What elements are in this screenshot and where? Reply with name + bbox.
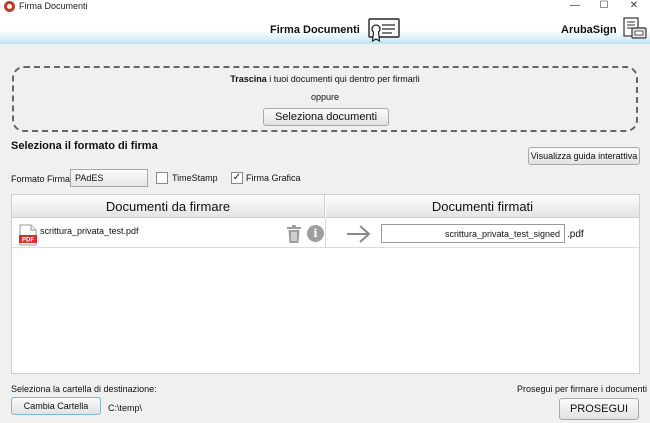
graphic-signature-label: Firma Grafica [246, 173, 301, 183]
file-name: scrittura_privata_test.pdf [40, 226, 139, 236]
column-divider [325, 218, 326, 247]
format-label: Formato Firma: [11, 174, 73, 184]
check-icon: ✓ [232, 172, 242, 183]
format-section-title: Seleziona il formato di firma [11, 140, 158, 152]
app-icon [4, 1, 15, 12]
destination-label: Seleziona la cartella di destinazione: [11, 384, 157, 394]
header-title: Firma Documenti [270, 24, 360, 36]
column-header-signed: Documenti firmati [326, 195, 639, 218]
column-header-to-sign: Documenti da firmare [12, 195, 325, 218]
drop-instructions-rest: i tuoi documenti qui dentro per firmarli [266, 74, 420, 84]
close-button[interactable]: ✕ [621, 0, 647, 14]
output-extension: .pdf [567, 229, 584, 240]
minimize-button[interactable]: — [562, 0, 588, 14]
proceed-label: Prosegui per firmare i documenti [517, 384, 648, 394]
destination-path: C:\temp\ [108, 403, 143, 413]
proceed-button[interactable]: PROSEGUI [559, 398, 639, 420]
drop-instructions: Trascina i tuoi documenti qui dentro per… [12, 74, 638, 84]
certificate-icon [368, 18, 400, 43]
info-icon[interactable]: i [307, 225, 324, 242]
svg-text:PDF: PDF [22, 238, 34, 244]
pdf-file-icon: PDF [19, 224, 37, 246]
arrow-right-icon [347, 225, 371, 243]
interactive-guide-button[interactable]: Visualizza guida interattiva [528, 147, 640, 165]
aruba-sign-icon [623, 17, 647, 39]
trash-icon[interactable] [286, 225, 302, 243]
change-folder-button[interactable]: Cambia Cartella [11, 397, 101, 415]
drop-or-label: oppure [310, 92, 340, 102]
graphic-signature-checkbox[interactable]: ✓ [231, 172, 243, 184]
timestamp-checkbox[interactable] [156, 172, 168, 184]
title-bar [0, 0, 650, 14]
maximize-button[interactable]: ☐ [591, 0, 617, 14]
timestamp-label: TimeStamp [172, 173, 218, 183]
row-divider [12, 247, 639, 248]
select-documents-button[interactable]: Seleziona documenti [263, 108, 389, 126]
window-title: Firma Documenti [19, 1, 88, 11]
output-file-name-input[interactable] [381, 224, 565, 243]
brand-name: ArubaSign [561, 24, 617, 36]
drop-instructions-bold: Trascina [230, 74, 267, 84]
format-select[interactable]: PAdES [70, 169, 148, 187]
